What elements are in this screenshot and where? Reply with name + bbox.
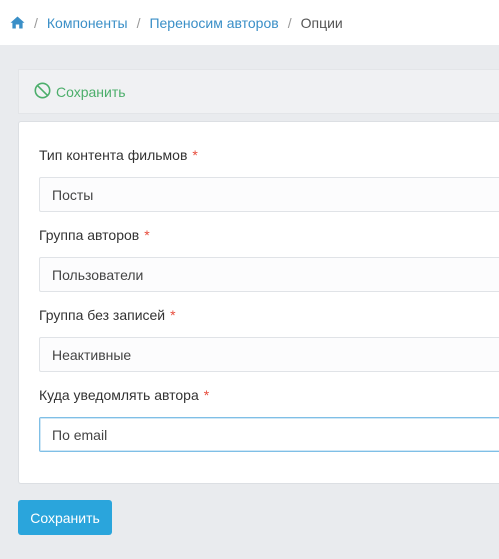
required-mark: * xyxy=(170,307,176,323)
field-label: Группа без записей * xyxy=(39,305,499,325)
breadcrumb-separator: / xyxy=(34,14,38,31)
authors-group-value: Пользователи xyxy=(52,266,144,283)
breadcrumb-separator: / xyxy=(136,14,141,31)
toolbar-save-button[interactable]: Сохранить xyxy=(34,82,126,102)
field-authors-group: Группа авторов * Пользователи xyxy=(39,225,499,292)
required-mark: * xyxy=(203,387,210,403)
field-label: Группа авторов * xyxy=(39,225,499,245)
field-label: Тип контента фильмов * xyxy=(39,145,499,165)
breadcrumb-components-link[interactable]: Компоненты xyxy=(47,15,128,31)
no-posts-group-select[interactable]: Неактивные xyxy=(39,337,499,372)
field-label-text: Группа без записей xyxy=(39,307,166,323)
home-icon[interactable] xyxy=(10,16,25,29)
content-type-select[interactable]: Посты xyxy=(39,177,499,212)
breadcrumb-move-authors-link[interactable]: Переносим авторов xyxy=(149,15,278,31)
content-type-value: Посты xyxy=(52,186,94,203)
toolbar-save-label: Сохранить xyxy=(56,83,126,100)
field-notify-author: Куда уведомлять автора * По email xyxy=(39,385,499,452)
authors-group-select[interactable]: Пользователи xyxy=(39,257,499,292)
field-content-type: Тип контента фильмов * Посты xyxy=(39,145,499,212)
field-label-text: Группа авторов xyxy=(39,227,140,243)
toolbar: Сохранить xyxy=(18,69,499,114)
field-label-text: Куда уведомлять автора xyxy=(39,387,199,403)
no-posts-group-value: Неактивные xyxy=(52,346,132,363)
notify-author-value: По email xyxy=(52,426,108,443)
required-mark: * xyxy=(144,227,150,243)
save-button[interactable]: Сохранить xyxy=(18,500,112,535)
options-form: Тип контента фильмов * Посты Группа автор… xyxy=(18,121,499,484)
field-no-posts-group: Группа без записей * Неактивные xyxy=(39,305,499,372)
breadcrumb: / Компоненты / Переносим авторов / Опции xyxy=(0,0,499,45)
notify-author-select[interactable]: По email xyxy=(39,417,499,452)
breadcrumb-current: Опции xyxy=(300,14,343,31)
field-label-text: Тип контента фильмов xyxy=(39,147,188,163)
ban-icon xyxy=(34,82,51,102)
breadcrumb-separator: / xyxy=(287,14,292,31)
required-mark: * xyxy=(192,147,198,163)
field-label: Куда уведомлять автора * xyxy=(39,385,499,405)
